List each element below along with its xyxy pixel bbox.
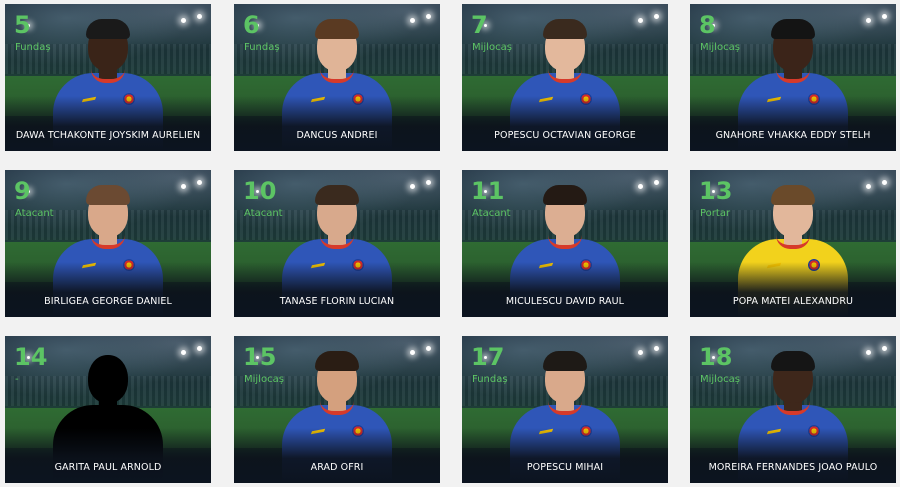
player-position: Portar [700, 208, 731, 219]
player-number: 8 [699, 11, 716, 39]
hair [771, 185, 815, 205]
player-name: GNAHORE VHAKKA EDDY STELH [715, 130, 871, 141]
player-card[interactable]: 5 Fundaș DAWA TCHAKONTE JOYSKIM AURELIEN [5, 4, 211, 151]
player-number: 7 [471, 11, 488, 39]
player-card[interactable]: 13 Portar POPA MATEI ALEXANDRU [690, 170, 896, 317]
floodlight [181, 18, 186, 23]
floodlight [638, 350, 643, 355]
player-name: POPESCU OCTAVIAN GEORGE [494, 130, 636, 141]
player-position: Atacant [472, 208, 511, 219]
player-name: MOREIRA FERNANDES JOAO PAULO [708, 462, 878, 473]
hair [543, 351, 587, 371]
player-card[interactable]: 14 - GARITA PAUL ARNOLD [5, 336, 211, 483]
player-position: Fundaș [244, 42, 280, 53]
floodlight [882, 14, 887, 19]
floodlight [638, 184, 643, 189]
player-position: Fundaș [15, 42, 51, 53]
floodlight [410, 350, 415, 355]
floodlight [882, 346, 887, 351]
player-name: BIRLIGEA GEORGE DANIEL [44, 296, 172, 307]
player-number: 5 [14, 11, 31, 39]
player-card[interactable]: 7 Mijlocaș POPESCU OCTAVIAN GEORGE [462, 4, 668, 151]
player-card[interactable]: 15 Mijlocaș ARAD OFRI [234, 336, 440, 483]
player-position: Mijlocaș [700, 374, 740, 385]
hair [543, 19, 587, 39]
player-name: DAWA TCHAKONTE JOYSKIM AURELIEN [15, 130, 201, 141]
floodlight [882, 180, 887, 185]
player-grid: 5 Fundaș DAWA TCHAKONTE JOYSKIM AURELIEN… [0, 0, 900, 487]
floodlight [866, 350, 871, 355]
player-name: TANASE FLORIN LUCIAN [279, 296, 395, 307]
hair [771, 351, 815, 371]
player-card[interactable]: 9 Atacant BIRLIGEA GEORGE DANIEL [5, 170, 211, 317]
player-number: 9 [14, 177, 31, 205]
hair [86, 185, 130, 205]
player-number: 11 [471, 177, 505, 205]
player-card[interactable]: 17 Fundaș POPESCU MIHAI [462, 336, 668, 483]
player-position: Atacant [15, 208, 54, 219]
player-name: MICULESCU DAVID RAUL [505, 296, 625, 307]
player-name: ARAD OFRI [310, 462, 364, 473]
player-position: Mijlocaș [244, 374, 284, 385]
floodlight [426, 14, 431, 19]
player-number: 17 [471, 343, 505, 371]
player-number: 10 [243, 177, 277, 205]
floodlight [410, 18, 415, 23]
player-number: 18 [699, 343, 733, 371]
player-name: GARITA PAUL ARNOLD [54, 462, 162, 473]
floodlight [654, 14, 659, 19]
floodlight [197, 180, 202, 185]
player-number: 15 [243, 343, 277, 371]
player-number: 13 [699, 177, 733, 205]
player-card[interactable]: 10 Atacant TANASE FLORIN LUCIAN [234, 170, 440, 317]
player-name: POPESCU MIHAI [526, 462, 604, 473]
floodlight [181, 350, 186, 355]
player-position: Mijlocaș [472, 42, 512, 53]
player-number: 6 [243, 11, 260, 39]
floodlight [181, 184, 186, 189]
hair [543, 185, 587, 205]
player-position: Atacant [244, 208, 283, 219]
floodlight [654, 180, 659, 185]
floodlight [866, 184, 871, 189]
player-name: DANCUS ANDREI [296, 130, 378, 141]
hair [315, 351, 359, 371]
hair [771, 19, 815, 39]
player-name: POPA MATEI ALEXANDRU [732, 296, 854, 307]
player-card[interactable]: 11 Atacant MICULESCU DAVID RAUL [462, 170, 668, 317]
hair [315, 19, 359, 39]
floodlight [866, 18, 871, 23]
floodlight [410, 184, 415, 189]
floodlight [197, 14, 202, 19]
floodlight [638, 18, 643, 23]
floodlight [426, 346, 431, 351]
player-position: Mijlocaș [700, 42, 740, 53]
head [88, 355, 128, 403]
floodlight [426, 180, 431, 185]
player-number: 14 [14, 343, 48, 371]
player-card[interactable]: 6 Fundaș DANCUS ANDREI [234, 4, 440, 151]
player-card[interactable]: 8 Mijlocaș GNAHORE VHAKKA EDDY STELH [690, 4, 896, 151]
floodlight [654, 346, 659, 351]
player-position: - [15, 374, 19, 385]
player-card[interactable]: 18 Mijlocaș MOREIRA FERNANDES JOAO PAULO [690, 336, 896, 483]
floodlight [197, 346, 202, 351]
hair [315, 185, 359, 205]
hair [86, 19, 130, 39]
player-position: Fundaș [472, 374, 508, 385]
